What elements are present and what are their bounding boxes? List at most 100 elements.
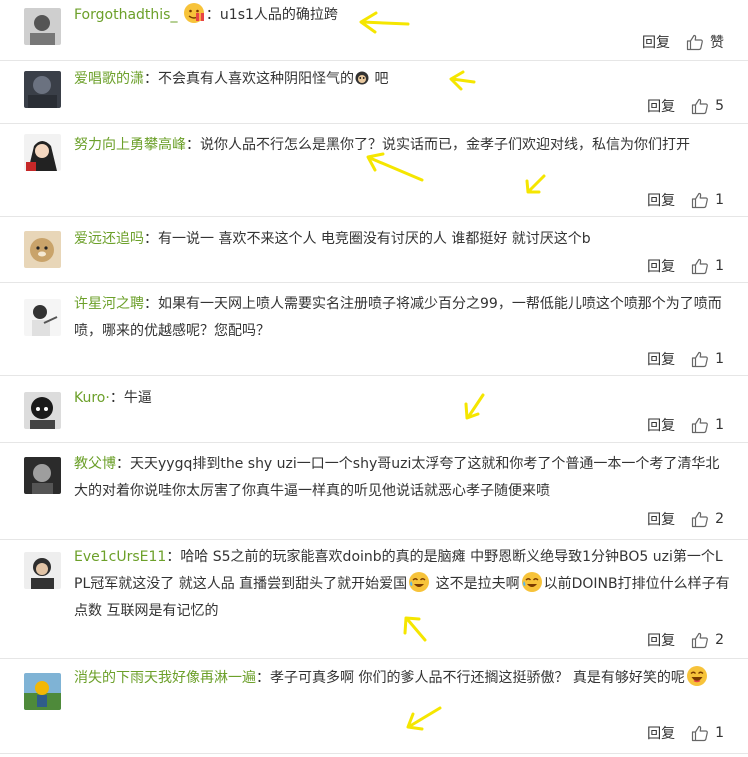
avatar[interactable] bbox=[24, 231, 61, 268]
thumbs-up-icon bbox=[691, 258, 708, 275]
avatar[interactable] bbox=[24, 134, 61, 171]
comment-item: Kuro·：牛逼 回复 1 bbox=[0, 376, 748, 443]
colon: ： bbox=[144, 296, 158, 312]
colon: ： bbox=[256, 670, 270, 686]
avatar[interactable] bbox=[24, 71, 61, 108]
like-button[interactable]: 2 bbox=[691, 631, 724, 649]
comment-text: 牛逼 bbox=[123, 390, 152, 406]
comment-item: Eve1cUrsE11：哈哈 S5之前的玩家能喜欢doinb的真的是脑瘫 中野恩… bbox=[0, 540, 748, 659]
like-button[interactable]: 赞 bbox=[686, 32, 724, 52]
thumbs-up-icon bbox=[691, 192, 708, 209]
username[interactable]: 爱唱歌的潇 bbox=[74, 71, 144, 87]
like-button[interactable]: 1 bbox=[691, 724, 724, 742]
gift-emoji-icon bbox=[183, 3, 204, 23]
like-button[interactable]: 1 bbox=[691, 350, 724, 368]
comment-actions: 回复 1 bbox=[647, 190, 724, 210]
comment-body: 爱唱歌的潇：不会真有人喜欢这种阴阳怪气的 吧 bbox=[74, 66, 730, 93]
thumbs-up-icon bbox=[691, 351, 708, 368]
comment-text: 有一说一 喜欢不来这个人 电竞圈没有讨厌的人 谁都挺好 就讨厌这个b bbox=[158, 231, 591, 247]
comment-text: 如果有一天网上喷人需要实名注册喷子将减少百分之99，一帮低能儿喷这个喷那个为了喷… bbox=[74, 296, 722, 339]
comment-body: Eve1cUrsE11：哈哈 S5之前的玩家能喜欢doinb的真的是脑瘫 中野恩… bbox=[74, 544, 730, 625]
colon: ： bbox=[205, 7, 220, 23]
comment-actions: 回复 2 bbox=[647, 630, 724, 650]
comment-actions: 回复 1 bbox=[647, 256, 724, 276]
avatar[interactable] bbox=[24, 392, 61, 429]
like-button[interactable]: 2 bbox=[691, 510, 724, 528]
comment-text-tail: 这不是拉夫啊 bbox=[431, 576, 520, 592]
comment-text: 说你人品不行怎么是黑你了？说实话而已，金孝子们欢迎对线，私信为你们打开 bbox=[200, 137, 690, 153]
comment-text: 孝子可真多啊 你们的爹人品不行还搁这挺骄傲？ 真是有够好笑的呢 bbox=[270, 670, 685, 686]
comment-body: 努力向上勇攀高峰：说你人品不行怎么是黑你了？说实话而已，金孝子们欢迎对线，私信为… bbox=[74, 132, 730, 159]
reply-button[interactable]: 回复 bbox=[647, 415, 675, 435]
like-button[interactable]: 5 bbox=[691, 97, 724, 115]
comment-body: 消失的下雨天我好像再淋一遍：孝子可真多啊 你们的爹人品不行还搁这挺骄傲？ 真是有… bbox=[74, 665, 730, 692]
avatar[interactable] bbox=[24, 8, 61, 45]
reply-button[interactable]: 回复 bbox=[647, 96, 675, 116]
like-count: 2 bbox=[715, 632, 724, 648]
comment-item: 许星河之聘：如果有一天网上喷人需要实名注册喷子将减少百分之99，一帮低能儿喷这个… bbox=[0, 283, 748, 376]
comment-text-tail: 吧 bbox=[370, 71, 389, 87]
reply-button[interactable]: 回复 bbox=[642, 32, 670, 52]
comment-body: Kuro·：牛逼 bbox=[74, 385, 730, 412]
reply-button[interactable]: 回复 bbox=[647, 349, 675, 369]
like-count: 1 bbox=[715, 192, 724, 208]
comment-actions: 回复 5 bbox=[647, 96, 724, 116]
comment-body: 爱远还追吗：有一说一 喜欢不来这个人 电竞圈没有讨厌的人 谁都挺好 就讨厌这个b bbox=[74, 226, 730, 253]
tear-smile-emoji-icon bbox=[521, 572, 542, 592]
username[interactable]: 爱远还追吗 bbox=[74, 231, 144, 247]
reply-button[interactable]: 回复 bbox=[647, 509, 675, 529]
comment-item: Forgothadthis_ ：u1s1人品的确拉跨 回复 赞 bbox=[0, 0, 748, 61]
laugh-emoji-icon bbox=[686, 666, 707, 686]
avatar[interactable] bbox=[24, 457, 61, 494]
tear-smile-emoji-icon bbox=[409, 572, 430, 592]
comment-actions: 回复 1 bbox=[647, 415, 724, 435]
username[interactable]: 消失的下雨天我好像再淋一遍 bbox=[74, 670, 256, 686]
like-button[interactable]: 1 bbox=[691, 257, 724, 275]
comment-item: 消失的下雨天我好像再淋一遍：孝子可真多啊 你们的爹人品不行还搁这挺骄傲？ 真是有… bbox=[0, 659, 748, 754]
like-count: 1 bbox=[715, 351, 724, 367]
reply-button[interactable]: 回复 bbox=[647, 190, 675, 210]
avatar[interactable] bbox=[24, 673, 61, 710]
thumbs-up-icon bbox=[686, 34, 703, 51]
username[interactable]: 教父博 bbox=[74, 456, 116, 472]
comment-actions: 回复 1 bbox=[647, 349, 724, 369]
thumbs-up-icon bbox=[691, 725, 708, 742]
username[interactable]: 努力向上勇攀高峰 bbox=[74, 137, 186, 153]
colon: ： bbox=[166, 549, 181, 565]
colon: ： bbox=[144, 71, 158, 87]
comment-item: 努力向上勇攀高峰：说你人品不行怎么是黑你了？说实话而已，金孝子们欢迎对线，私信为… bbox=[0, 124, 748, 217]
thumbs-up-icon bbox=[691, 417, 708, 434]
like-count: 5 bbox=[715, 98, 724, 114]
comment-text: 不会真有人喜欢这种阴阳怪气的 bbox=[158, 71, 354, 87]
avatar[interactable] bbox=[24, 552, 61, 589]
comment-item: 爱远还追吗：有一说一 喜欢不来这个人 电竞圈没有讨厌的人 谁都挺好 就讨厌这个b… bbox=[0, 217, 748, 283]
thumbs-up-icon bbox=[691, 511, 708, 528]
comment-item: 爱唱歌的潇：不会真有人喜欢这种阴阳怪气的 吧 回复 5 bbox=[0, 61, 748, 124]
comment-actions: 回复 1 bbox=[647, 723, 724, 743]
like-count: 1 bbox=[715, 725, 724, 741]
like-count: 2 bbox=[715, 511, 724, 527]
comment-body: Forgothadthis_ ：u1s1人品的确拉跨 bbox=[74, 2, 730, 29]
reply-button[interactable]: 回复 bbox=[647, 630, 675, 650]
username[interactable]: Eve1cUrsE11 bbox=[74, 549, 166, 565]
avatar[interactable] bbox=[24, 299, 61, 336]
comment-actions: 回复 赞 bbox=[642, 32, 724, 52]
like-button[interactable]: 1 bbox=[691, 416, 724, 434]
comment-item: 教父博：天天yygq排到the shy uzi一口一个shy哥uzi太浮夸了这就… bbox=[0, 443, 748, 540]
comment-actions: 回复 2 bbox=[647, 509, 724, 529]
username[interactable]: Forgothadthis_ bbox=[74, 7, 177, 23]
colon: ： bbox=[116, 456, 130, 472]
colon: ： bbox=[186, 137, 200, 153]
username[interactable]: 许星河之聘 bbox=[74, 296, 144, 312]
comment-text: 天天yygq排到the shy uzi一口一个shy哥uzi太浮夸了这就和你考了… bbox=[74, 456, 720, 499]
reply-button[interactable]: 回复 bbox=[647, 723, 675, 743]
reply-button[interactable]: 回复 bbox=[647, 256, 675, 276]
like-count: 赞 bbox=[710, 35, 724, 51]
colon: ： bbox=[144, 231, 158, 247]
username[interactable]: Kuro· bbox=[74, 390, 110, 406]
comment-text: u1s1人品的确拉跨 bbox=[219, 7, 338, 23]
like-button[interactable]: 1 bbox=[691, 191, 724, 209]
comment-body: 许星河之聘：如果有一天网上喷人需要实名注册喷子将减少百分之99，一帮低能儿喷这个… bbox=[74, 291, 730, 345]
thumbs-up-icon bbox=[691, 632, 708, 649]
monkey-emoji-icon bbox=[355, 71, 369, 85]
